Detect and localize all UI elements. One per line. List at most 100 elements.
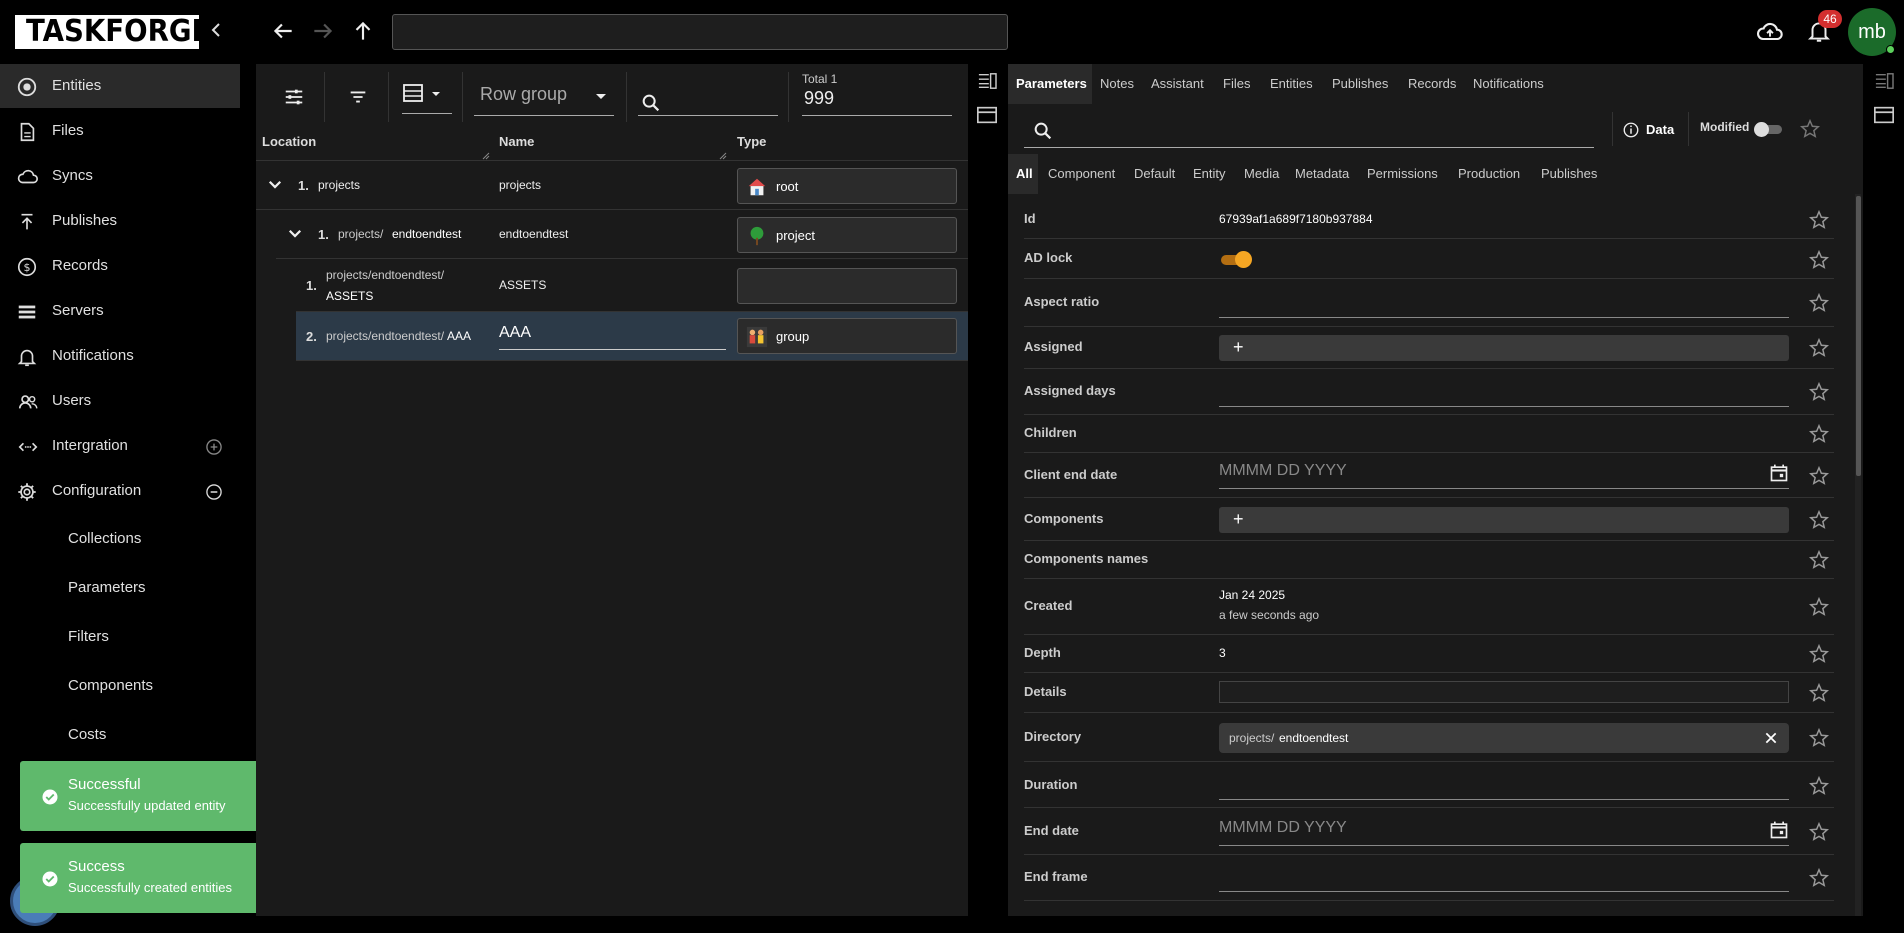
chevron-down-icon[interactable] <box>266 175 284 193</box>
modified-toggle[interactable] <box>1754 122 1784 137</box>
table-row-selected[interactable]: 2. projects/endtoendtest/ AAA AAA group <box>296 312 968 360</box>
type-chip[interactable]: group <box>737 318 957 354</box>
details-input[interactable] <box>1219 681 1789 703</box>
sidebar-item-files[interactable]: Files <box>0 109 240 153</box>
sidebar-item-syncs[interactable]: Syncs <box>0 154 240 198</box>
end-date-input[interactable]: MMMM DD YYYY <box>1219 812 1789 846</box>
path-input[interactable] <box>392 14 1008 50</box>
tab-records[interactable]: Records <box>1408 76 1456 91</box>
category-tab-production[interactable]: Production <box>1458 166 1520 181</box>
table-row[interactable]: 1. projects projects root <box>256 161 968 209</box>
star-icon[interactable] <box>1808 509 1830 531</box>
type-chip[interactable] <box>737 268 957 304</box>
tab-files[interactable]: Files <box>1223 76 1250 91</box>
table-search-input[interactable] <box>638 76 778 116</box>
sidebar-subitem-costs[interactable]: Costs <box>68 726 106 743</box>
parameters-search-input[interactable] <box>1024 114 1594 148</box>
star-icon[interactable] <box>1808 596 1830 618</box>
ad-lock-toggle[interactable] <box>1219 251 1253 269</box>
sidebar-item-notifications[interactable]: Notifications <box>0 334 240 378</box>
category-tab-metadata[interactable]: Metadata <box>1295 166 1349 181</box>
page-size-input[interactable]: 999 <box>802 88 952 116</box>
star-icon[interactable] <box>1808 381 1830 403</box>
cloud-upload-icon[interactable] <box>1756 18 1784 46</box>
table-row[interactable]: 1. projects/endtoendtest/ ASSETS ASSETS <box>296 259 968 311</box>
name-edit-input[interactable]: AAA <box>499 320 726 350</box>
tab-entities[interactable]: Entities <box>1270 76 1313 91</box>
tab-assistant[interactable]: Assistant <box>1151 76 1204 91</box>
sidebar-subitem-components[interactable]: Components <box>68 677 153 694</box>
forward-arrow-icon[interactable] <box>310 18 338 46</box>
star-icon[interactable] <box>1808 423 1830 445</box>
star-icon[interactable] <box>1808 821 1830 843</box>
end-frame-input[interactable] <box>1219 891 1789 892</box>
window-icon[interactable] <box>976 105 998 125</box>
close-icon[interactable] <box>1763 730 1779 746</box>
collapse-circle-icon[interactable] <box>204 482 224 502</box>
client-end-date-input[interactable]: MMMM DD YYYY <box>1219 455 1789 489</box>
sidebar-item-users[interactable]: Users <box>0 379 240 423</box>
back-arrow-icon[interactable] <box>270 18 298 46</box>
star-icon[interactable] <box>1808 867 1830 889</box>
sidebar-item-records[interactable]: $ Records <box>0 244 240 288</box>
star-icon[interactable] <box>1808 249 1830 271</box>
table-row[interactable]: 1. projects/ endtoendtest endtoendtest p… <box>276 210 968 258</box>
toggle-panel-icon[interactable] <box>976 72 998 90</box>
type-chip[interactable]: root <box>737 168 957 204</box>
sidebar-item-configuration[interactable]: Configuration <box>0 469 240 513</box>
sidebar-item-publishes[interactable]: Publishes <box>0 199 240 243</box>
assigned-days-input[interactable] <box>1219 406 1789 407</box>
category-tab-default[interactable]: Default <box>1134 166 1175 181</box>
star-icon[interactable] <box>1808 337 1830 359</box>
row-group-select[interactable]: Row group <box>474 76 614 116</box>
type-chip[interactable]: project <box>737 217 957 253</box>
category-tab-media[interactable]: Media <box>1244 166 1279 181</box>
sidebar-subitem-filters[interactable]: Filters <box>68 628 109 645</box>
category-tab-entity[interactable]: Entity <box>1193 166 1226 181</box>
column-header-location[interactable]: Location <box>262 134 316 149</box>
column-resize-handle[interactable] <box>719 152 727 160</box>
tab-publishes[interactable]: Publishes <box>1332 76 1388 91</box>
category-tab-publishes[interactable]: Publishes <box>1541 166 1597 181</box>
data-toggle-button[interactable]: Data <box>1616 120 1696 144</box>
window-icon[interactable] <box>1873 105 1895 125</box>
tab-notifications[interactable]: Notifications <box>1473 76 1544 91</box>
tune-icon[interactable] <box>282 86 306 108</box>
parameters-scrollbar-thumb[interactable] <box>1856 196 1861 476</box>
column-header-type[interactable]: Type <box>737 134 766 149</box>
category-tab-permissions[interactable]: Permissions <box>1367 166 1438 181</box>
star-icon[interactable] <box>1808 682 1830 704</box>
directory-chip[interactable]: projects/ endtoendtest <box>1219 723 1789 753</box>
star-icon[interactable] <box>1808 727 1830 749</box>
star-icon[interactable] <box>1808 209 1830 231</box>
category-tab-component[interactable]: Component <box>1048 166 1115 181</box>
tab-parameters[interactable]: Parameters <box>1016 76 1087 91</box>
components-add-button[interactable]: + <box>1219 507 1789 533</box>
add-circle-icon[interactable] <box>204 437 224 457</box>
up-arrow-icon[interactable] <box>350 18 378 46</box>
assigned-add-button[interactable]: + <box>1219 335 1789 361</box>
star-icon[interactable] <box>1808 775 1830 797</box>
category-tab-all[interactable]: All <box>1016 166 1033 181</box>
sidebar-subitem-parameters[interactable]: Parameters <box>68 579 146 596</box>
app-logo[interactable]: TASKFORGER <box>15 15 232 49</box>
column-resize-handle[interactable] <box>482 152 490 160</box>
collapse-sidebar-icon[interactable] <box>204 18 232 46</box>
sidebar-item-intergration[interactable]: Intergration <box>0 424 240 468</box>
aspect-ratio-input[interactable] <box>1219 317 1789 318</box>
column-header-name[interactable]: Name <box>499 134 534 149</box>
sidebar-item-servers[interactable]: Servers <box>0 289 240 333</box>
star-icon[interactable] <box>1808 292 1830 314</box>
star-icon[interactable] <box>1808 643 1830 665</box>
sidebar-subitem-collections[interactable]: Collections <box>68 530 141 547</box>
filter-icon[interactable] <box>346 86 370 108</box>
chevron-down-icon[interactable] <box>286 224 304 242</box>
sidebar-item-entities[interactable]: Entities <box>0 64 240 108</box>
toggle-panel-icon[interactable] <box>1873 72 1895 90</box>
star-icon[interactable] <box>1808 465 1830 487</box>
star-icon[interactable] <box>1808 549 1830 571</box>
view-mode-select[interactable] <box>402 82 452 114</box>
favorite-star-icon[interactable] <box>1799 118 1821 140</box>
tab-notes[interactable]: Notes <box>1100 76 1134 91</box>
duration-input[interactable] <box>1219 799 1789 800</box>
